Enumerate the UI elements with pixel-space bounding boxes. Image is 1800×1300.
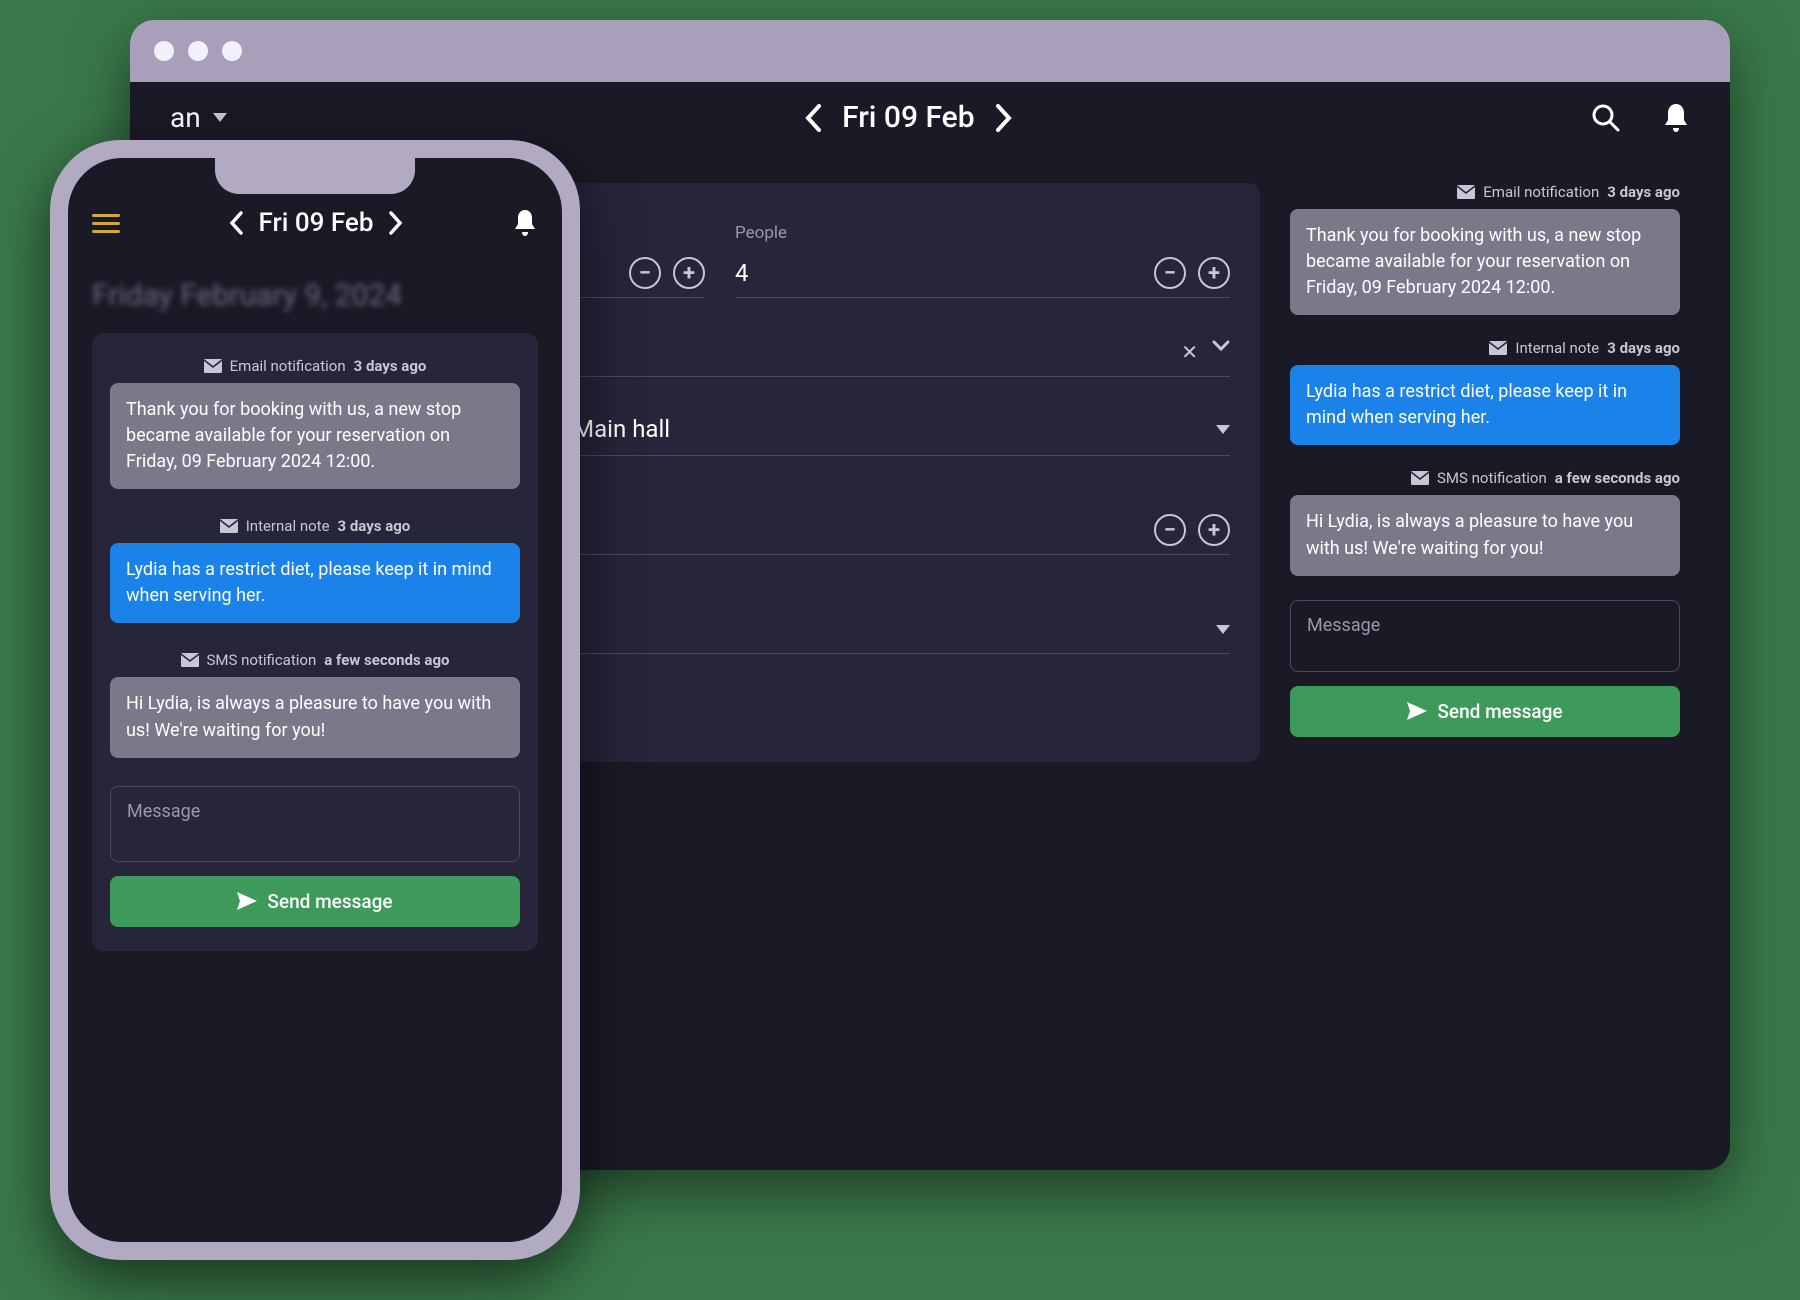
window-maximize[interactable] [222,41,242,61]
message-item: Email notification 3 days ago Thank you … [110,357,520,489]
window-titlebar [130,20,1730,82]
message-bubble: Thank you for booking with us, a new sto… [110,383,520,489]
messages-panel: Email notification 3 days ago Thank you … [1290,183,1680,762]
message-time: 3 days ago [1607,339,1680,357]
mail-icon [181,653,199,667]
duration-minus-button[interactable]: − [1154,514,1186,546]
message-item: SMS notification a few seconds ago Hi Ly… [110,651,520,757]
message-type: Email notification [230,357,346,375]
message-type: SMS notification [207,651,317,669]
mobile-frame: Fri 09 Feb Friday February 9, 2024 Email… [50,140,580,1260]
message-type: Internal note [1515,339,1599,357]
time-minus-button[interactable]: − [629,257,661,289]
people-label: People [735,223,1230,243]
prev-day-button[interactable] [229,211,243,235]
next-day-button[interactable] [995,103,1013,133]
plan-label: an [170,101,201,134]
send-message-button[interactable]: Send message [1290,686,1680,737]
send-message-button[interactable]: Send message [110,876,520,927]
message-bubble: Thank you for booking with us, a new sto… [1290,209,1680,315]
window-minimize[interactable] [188,41,208,61]
people-field: People 4 − + [735,223,1230,298]
plan-dropdown[interactable]: an [170,101,227,134]
next-day-button[interactable] [389,211,403,235]
mail-icon [220,519,238,533]
message-type: Email notification [1483,183,1599,201]
mail-icon [1457,185,1475,199]
message-item: Internal note 3 days ago Lydia has a res… [1290,339,1680,445]
message-time: 3 days ago [1607,183,1680,201]
people-minus-button[interactable]: − [1154,257,1186,289]
window-close[interactable] [154,41,174,61]
mail-icon [1489,341,1507,355]
message-bubble: Hi Lydia, is always a pleasure to have y… [1290,495,1680,575]
chevron-down-icon [1216,625,1230,634]
time-plus-button[interactable]: + [673,257,705,289]
message-input[interactable]: Message [110,786,520,862]
send-label: Send message [267,890,392,913]
menu-button[interactable] [92,214,120,233]
prev-day-button[interactable] [804,103,822,133]
people-plus-button[interactable]: + [1198,257,1230,289]
bell-icon[interactable] [512,208,538,238]
bell-icon[interactable] [1662,102,1690,134]
send-label: Send message [1437,700,1562,723]
message-bubble: Lydia has a restrict diet, please keep i… [1290,365,1680,445]
message-time: a few seconds ago [1555,469,1680,487]
message-type: SMS notification [1437,469,1547,487]
message-bubble: Lydia has a restrict diet, please keep i… [110,543,520,623]
current-date: Fri 09 Feb [842,100,975,135]
message-time: 3 days ago [338,517,411,535]
search-icon[interactable] [1590,102,1622,134]
send-icon [237,892,257,910]
people-value: 4 [735,259,749,287]
phone-notch [215,158,415,194]
chevron-down-icon [1216,425,1230,434]
mobile-messages-panel: Email notification 3 days ago Thank you … [92,333,538,951]
mail-icon [1411,471,1429,485]
chevron-down-icon [1212,340,1230,364]
message-bubble: Hi Lydia, is always a pleasure to have y… [110,677,520,757]
blurred-date-title: Friday February 9, 2024 [92,278,538,313]
traffic-lights [154,41,242,61]
mail-icon [204,359,222,373]
date-navigator: Fri 09 Feb [804,100,1013,135]
message-item: Internal note 3 days ago Lydia has a res… [110,517,520,623]
message-time: 3 days ago [354,357,427,375]
message-time: a few seconds ago [324,651,449,669]
message-type: Internal note [246,517,330,535]
current-date: Fri 09 Feb [259,208,374,238]
duration-plus-button[interactable]: + [1198,514,1230,546]
message-item: SMS notification a few seconds ago Hi Ly… [1290,469,1680,575]
mobile-date-navigator: Fri 09 Feb [229,208,404,238]
message-item: Email notification 3 days ago Thank you … [1290,183,1680,315]
clear-icon[interactable]: ✕ [1181,340,1198,364]
send-icon [1407,702,1427,720]
message-input[interactable]: Message [1290,600,1680,672]
chevron-down-icon [213,113,227,122]
